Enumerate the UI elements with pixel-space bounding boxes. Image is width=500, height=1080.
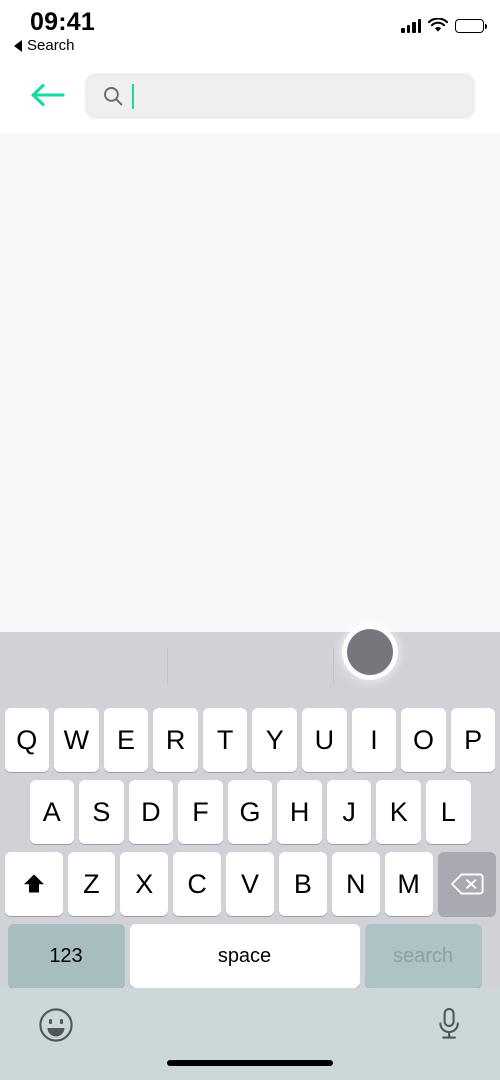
key-g[interactable]: G [227, 780, 273, 844]
keyboard-bottom-bar [0, 988, 500, 1080]
key-t[interactable]: T [202, 708, 248, 772]
keyboard-row-4: 123 space search [0, 924, 500, 988]
status-bar-back-to-app[interactable]: Search [14, 37, 75, 54]
triangle-left-icon [14, 39, 22, 52]
shift-up-arrow-icon [23, 874, 44, 893]
search-results-area [0, 133, 500, 632]
predictive-suggestion-bar[interactable] [0, 632, 500, 698]
phone-screen: 09:41 Search Q W E R T Y U I O P A S D F… [0, 0, 500, 1080]
key-f[interactable]: F [178, 780, 223, 844]
keyboard-row-2: A S D F G H J K L [0, 780, 500, 844]
emoji-key[interactable] [37, 1006, 75, 1044]
suggestion-divider [333, 648, 334, 684]
key-v[interactable]: V [226, 852, 274, 916]
suggestion-divider [167, 648, 168, 684]
key-k[interactable]: K [376, 780, 421, 844]
backspace-delete-icon [450, 873, 484, 895]
microphone-icon [439, 1007, 459, 1039]
key-i[interactable]: I [351, 708, 397, 772]
key-w[interactable]: W [54, 708, 99, 772]
search-input[interactable] [138, 76, 418, 116]
key-d[interactable]: D [128, 780, 174, 844]
key-s[interactable]: S [79, 780, 124, 844]
search-icon [103, 86, 123, 106]
key-e[interactable]: E [103, 708, 149, 772]
key-p[interactable]: P [450, 708, 496, 772]
key-m[interactable]: M [384, 852, 433, 916]
home-indicator[interactable] [167, 1060, 333, 1066]
key-b[interactable]: B [278, 852, 327, 916]
key-r[interactable]: R [153, 708, 198, 772]
shift-key[interactable] [4, 852, 63, 916]
emoji-smiley-icon [39, 1008, 73, 1042]
key-x[interactable]: X [120, 852, 169, 916]
text-caret [132, 83, 134, 109]
key-l[interactable]: L [426, 780, 471, 844]
key-a[interactable]: A [29, 780, 75, 844]
battery-icon [455, 19, 488, 33]
status-bar-time: 09:41 [30, 8, 95, 36]
key-o[interactable]: O [401, 708, 446, 772]
dictation-key[interactable] [435, 1006, 463, 1044]
keyboard-row-1: Q W E R T Y U I O P [0, 708, 500, 772]
key-z[interactable]: Z [67, 852, 116, 916]
key-q[interactable]: Q [4, 708, 50, 772]
key-y[interactable]: Y [252, 708, 298, 772]
backspace-key[interactable] [437, 852, 496, 916]
key-c[interactable]: C [173, 852, 222, 916]
search-field[interactable] [85, 73, 475, 119]
status-bar: 09:41 Search [0, 0, 500, 62]
key-n[interactable]: N [331, 852, 380, 916]
key-h[interactable]: H [277, 780, 322, 844]
back-button[interactable] [30, 80, 68, 110]
search-return-key[interactable]: search [364, 924, 482, 988]
key-u[interactable]: U [302, 708, 347, 772]
keyboard-row-3: Z X C V B N M [0, 852, 500, 916]
signal-bars-icon [401, 19, 421, 33]
wifi-icon [427, 17, 449, 33]
status-bar-indicators [401, 17, 488, 33]
space-key[interactable]: space [129, 924, 360, 988]
key-j[interactable]: J [326, 780, 372, 844]
numbers-key[interactable]: 123 [7, 924, 125, 988]
touch-point-indicator [347, 629, 393, 675]
status-bar-back-label: Search [27, 37, 75, 54]
